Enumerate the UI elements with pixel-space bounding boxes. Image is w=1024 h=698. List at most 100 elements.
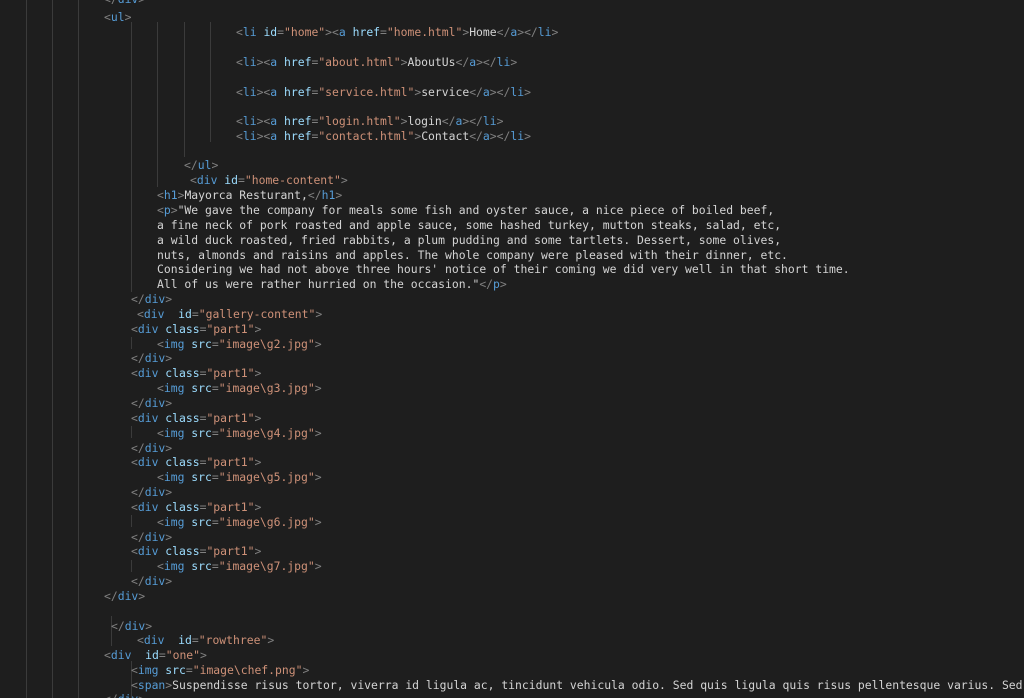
code-token: > <box>165 441 173 455</box>
code-token: class <box>165 366 200 380</box>
code-token: class <box>165 500 200 514</box>
indent-guide <box>78 0 79 698</box>
code-token: li <box>242 85 257 99</box>
code-token: >< <box>256 114 271 128</box>
code-line[interactable]: </div> <box>104 589 145 604</box>
code-token: </ <box>307 188 322 202</box>
code-line[interactable]: <div id="gallery-content"> <box>137 307 322 322</box>
code-line[interactable]: <div id="rowthree"> <box>137 633 274 648</box>
code-token: class <box>165 322 200 336</box>
code-token: = <box>191 633 199 647</box>
code-line[interactable]: <div class="part1"> <box>131 411 261 426</box>
code-line[interactable]: </div> <box>104 692 145 698</box>
code-token: > <box>496 114 504 128</box>
code-line[interactable]: <div class="part1"> <box>131 322 261 337</box>
code-line[interactable]: <li><a href="contact.html">Contact</a></… <box>236 129 531 144</box>
code-line[interactable]: nuts, almonds and raisins and apples. Th… <box>157 248 788 263</box>
code-token: < <box>157 426 164 440</box>
code-line[interactable]: <img src="image\g5.jpg"> <box>157 470 322 485</box>
indent-guide <box>26 0 27 698</box>
code-line[interactable]: <span>Suspendisse risus tortor, viverra … <box>131 678 1024 693</box>
code-token: src <box>191 426 212 440</box>
code-line[interactable]: <h1>Mayorca Resturant,</h1> <box>157 188 342 203</box>
code-line[interactable]: </div> <box>104 0 145 7</box>
code-token: li <box>242 114 257 128</box>
code-token: = <box>211 470 219 484</box>
code-token: href <box>284 114 312 128</box>
code-line[interactable]: </div> <box>131 530 172 545</box>
code-token: a <box>338 25 346 39</box>
code-line[interactable]: a wild duck roasted, fried rabbits, a pl… <box>157 233 781 248</box>
code-editor[interactable]: </div><ul><li id="home"><a href="home.ht… <box>0 0 1024 698</box>
code-line[interactable]: <div class="part1"> <box>131 544 261 559</box>
code-token: </ <box>469 129 483 143</box>
code-line[interactable]: <img src="image\g3.jpg"> <box>157 381 322 396</box>
code-token: = <box>211 559 219 573</box>
code-token: > <box>165 530 173 544</box>
code-line[interactable]: <div class="part1"> <box>131 366 261 381</box>
code-line[interactable]: <img src="image\g4.jpg"> <box>157 426 322 441</box>
code-token: </ <box>131 485 145 499</box>
code-line[interactable]: <ul> <box>104 10 131 25</box>
code-line[interactable]: <p>"We gave the company for meals some f… <box>157 203 774 218</box>
code-line[interactable]: <li><a href="login.html">login</a></li> <box>236 114 504 129</box>
indent-guide <box>131 22 132 292</box>
code-line[interactable]: </ul> <box>184 158 218 173</box>
code-token: img <box>163 559 185 573</box>
code-token: </ <box>184 158 198 172</box>
code-line[interactable]: <img src="image\g6.jpg"> <box>157 515 322 530</box>
code-line[interactable]: </div> <box>131 574 172 589</box>
code-line[interactable]: <li><a href="about.html">AboutUs</a></li… <box>236 55 517 70</box>
code-token: "image\g5.jpg" <box>218 470 315 484</box>
code-token: id <box>145 648 159 662</box>
code-line[interactable]: Considering we had not above three hours… <box>157 262 850 277</box>
code-line[interactable]: </div> <box>131 292 172 307</box>
code-token: div <box>137 322 159 336</box>
code-token: > <box>254 366 262 380</box>
code-token: "image\g6.jpg" <box>218 515 315 529</box>
code-token: = <box>191 307 199 321</box>
code-line[interactable]: a fine neck of pork roasted and apple sa… <box>157 218 781 233</box>
code-line[interactable]: </div> <box>131 441 172 456</box>
code-token: login <box>407 114 442 128</box>
code-token: > <box>165 351 173 365</box>
code-token: < <box>190 173 197 187</box>
code-token: "rowthree" <box>198 633 268 647</box>
code-line[interactable]: <div class="part1"> <box>131 500 261 515</box>
code-token: >< <box>256 85 271 99</box>
code-token: div <box>144 351 166 365</box>
code-line[interactable]: All of us were rather hurried on the occ… <box>157 277 507 292</box>
code-token: < <box>157 470 164 484</box>
code-line[interactable]: <img src="image\chef.png"> <box>131 663 309 678</box>
code-line[interactable]: <li><a href="service.html">service</a></… <box>236 85 531 100</box>
code-line[interactable]: <div class="part1"> <box>131 455 261 470</box>
code-line[interactable]: <li id="home"><a href="home.html">Home</… <box>236 25 558 40</box>
code-token: div <box>144 396 166 410</box>
code-line[interactable]: <img src="image\g2.jpg"> <box>157 337 322 352</box>
code-token: < <box>157 203 164 217</box>
code-line[interactable]: </div> <box>131 351 172 366</box>
code-token: < <box>157 515 164 529</box>
code-token: = <box>277 25 285 39</box>
code-token: < <box>131 678 138 692</box>
indent-guide <box>210 22 211 142</box>
code-token: < <box>236 55 243 69</box>
code-token: >< <box>256 55 271 69</box>
code-token: = <box>211 337 219 351</box>
code-line[interactable]: </div> <box>131 396 172 411</box>
code-line[interactable]: <div id="one"> <box>104 648 207 663</box>
code-token: "contact.html" <box>318 129 415 143</box>
code-token: > <box>254 500 262 514</box>
code-token: li <box>510 85 525 99</box>
code-token: = <box>238 173 245 187</box>
code-line[interactable]: </div> <box>111 619 152 634</box>
code-line[interactable]: <div id="home-content"> <box>190 173 348 188</box>
code-line[interactable]: </div> <box>131 485 172 500</box>
code-token: > <box>138 0 145 6</box>
code-token: < <box>236 129 243 143</box>
code-token: > <box>124 10 132 24</box>
code-token: div <box>137 455 159 469</box>
code-line[interactable]: <img src="image\g7.jpg"> <box>157 559 322 574</box>
